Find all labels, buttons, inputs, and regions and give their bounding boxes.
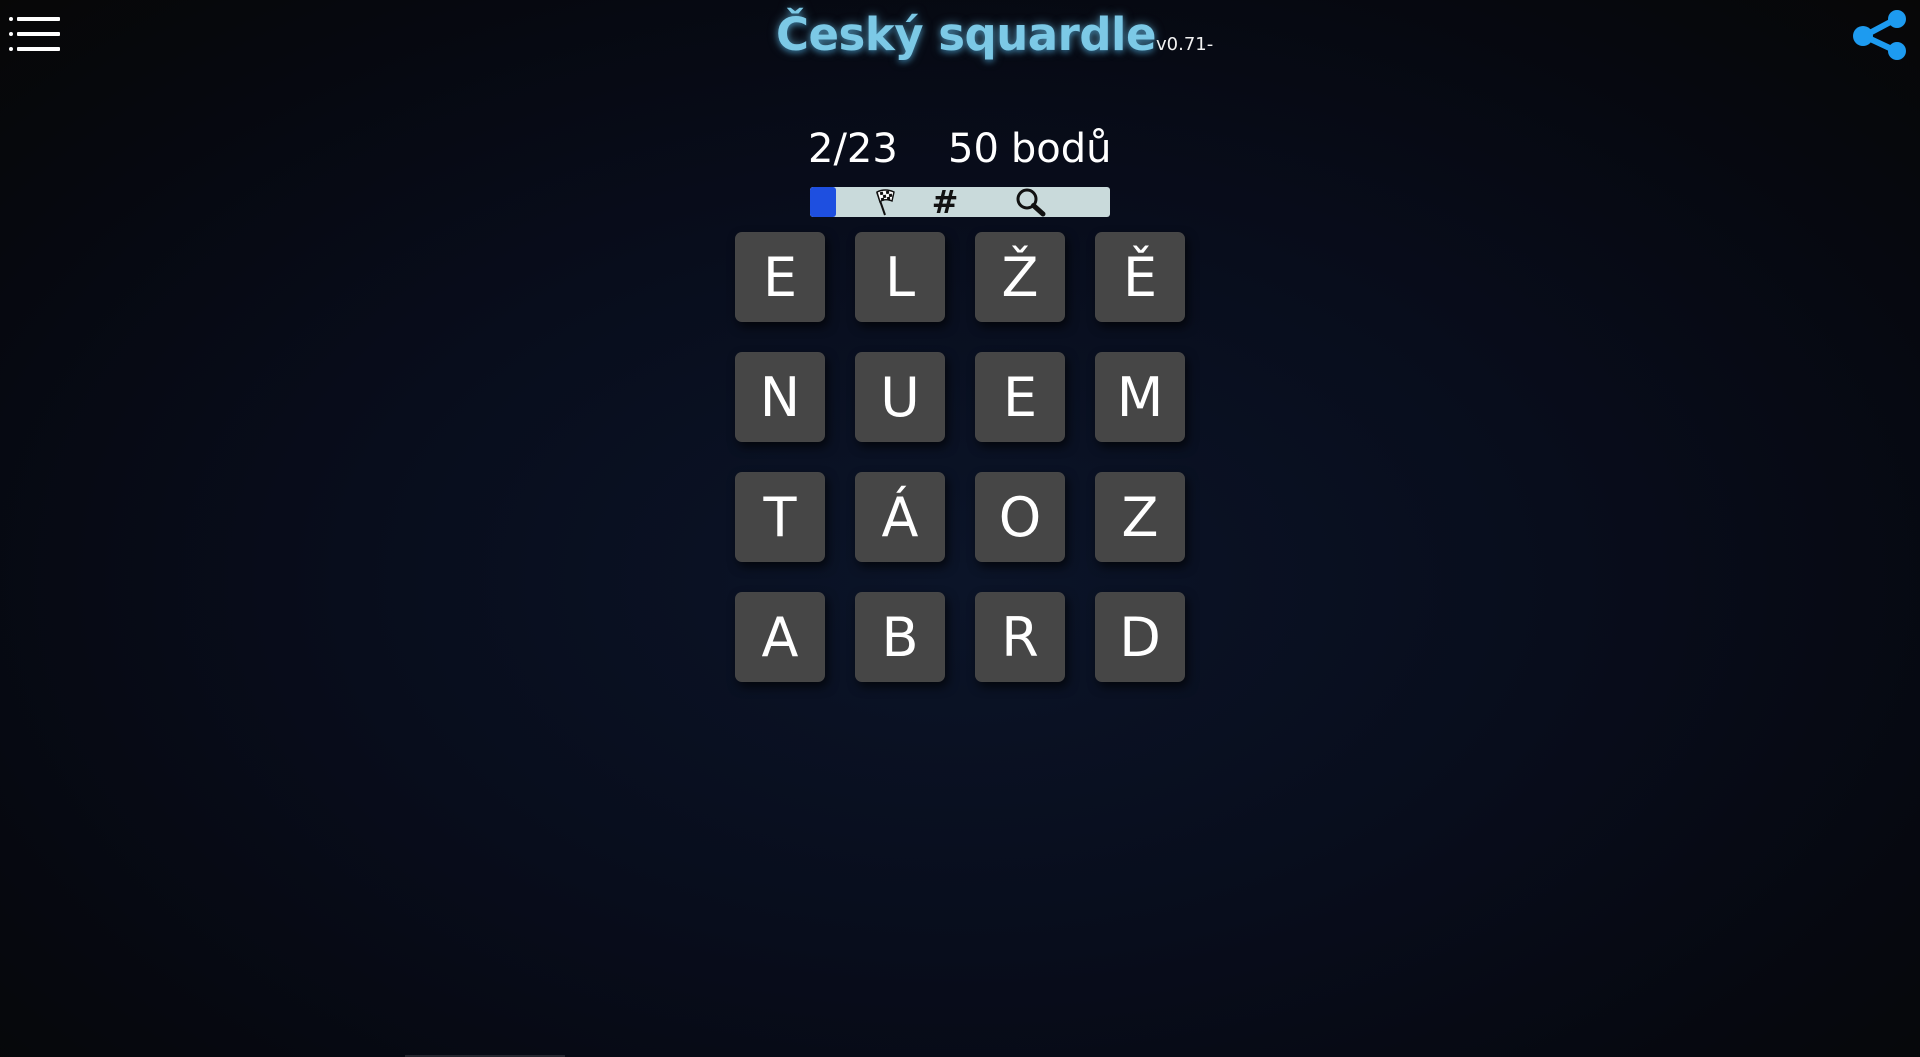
checkered-flag-icon [876, 189, 895, 216]
letter-board: ELŽĚNUEMTÁOZABRD [735, 232, 1185, 682]
letter-tile[interactable]: E [735, 232, 825, 322]
progress-bar: # [810, 187, 1110, 217]
letter-tile[interactable]: R [975, 592, 1065, 682]
letter-tile[interactable]: Á [855, 472, 945, 562]
letter-tile[interactable]: N [735, 352, 825, 442]
share-button[interactable] [1852, 10, 1910, 62]
letter-tile[interactable]: A [735, 592, 825, 682]
letter-tile[interactable]: O [975, 472, 1065, 562]
points-label: bodů [1010, 126, 1112, 172]
letter-tile[interactable]: L [855, 232, 945, 322]
magnifier-icon [1016, 188, 1046, 217]
letter-tile[interactable]: Ž [975, 232, 1065, 322]
page-title: Český squardle v0.71- [775, 8, 1213, 61]
letter-tile[interactable]: Z [1095, 472, 1185, 562]
points-value: 50 [948, 126, 999, 172]
progress-fill [810, 187, 837, 217]
score-stats: 2/23 50 bodů [808, 126, 1112, 172]
share-icon [1853, 10, 1906, 60]
letter-tile[interactable]: E [975, 352, 1065, 442]
letter-tile[interactable]: D [1095, 592, 1185, 682]
milestone-magnifier [1014, 187, 1048, 217]
letter-tile[interactable]: U [855, 352, 945, 442]
letter-tile[interactable]: T [735, 472, 825, 562]
header: Český squardle v0.71- [0, 8, 1920, 68]
milestone-flag [870, 187, 900, 217]
words-found-counter: 2/23 [808, 126, 898, 172]
letter-tile[interactable]: M [1095, 352, 1185, 442]
version-label: v0.71- [1156, 34, 1214, 55]
letter-tile[interactable]: B [855, 592, 945, 682]
title-text: Český squardle [775, 8, 1157, 61]
hash-icon: # [931, 187, 959, 217]
letter-tile[interactable]: Ě [1095, 232, 1185, 322]
milestone-hash: # [930, 187, 960, 217]
